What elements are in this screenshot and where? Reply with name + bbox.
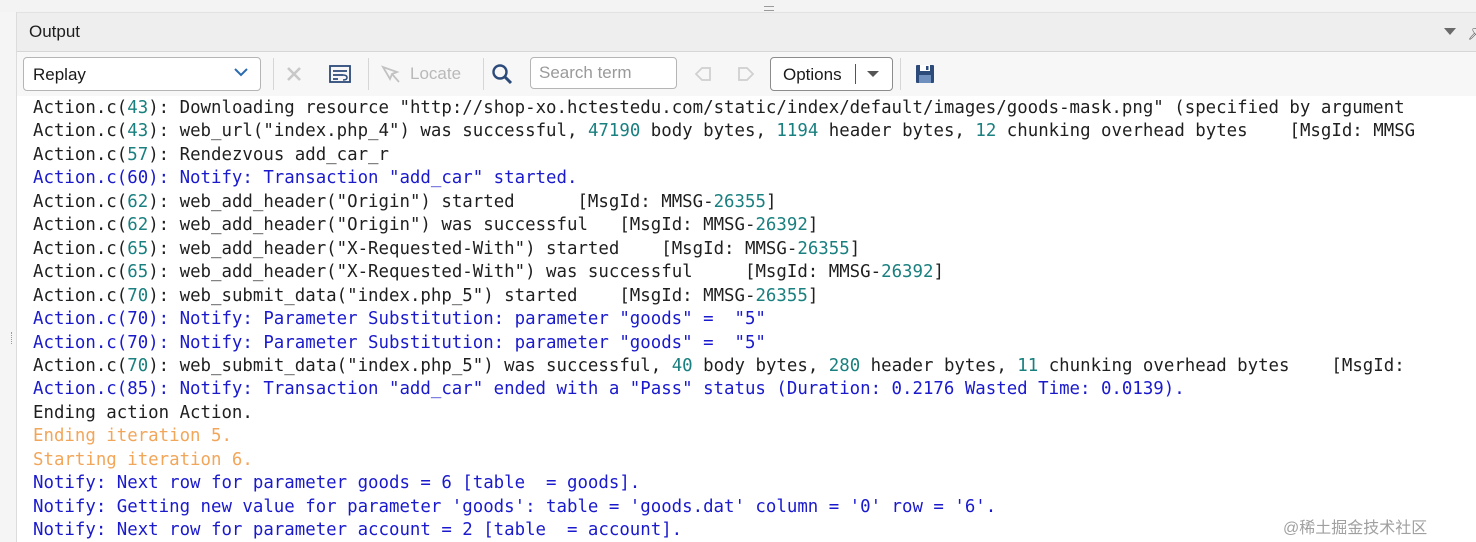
- find-previous-icon[interactable]: [691, 62, 715, 86]
- log-line: Ending action Action.: [33, 402, 253, 423]
- log-line: Action.c(62): web_add_header("Origin") s…: [33, 191, 777, 212]
- locate-label: Locate: [410, 64, 462, 83]
- log-line: Ending iteration 5.: [33, 426, 232, 447]
- toolbar-separator: [368, 58, 369, 90]
- log-line: Action.c(70): web_submit_data("index.php…: [33, 355, 1405, 376]
- log-line: Starting iteration 6.: [33, 449, 253, 470]
- output-toolbar: Replay Locate Options: [17, 52, 1476, 96]
- panel-title: Output: [29, 22, 81, 41]
- output-mode-value: Replay: [33, 65, 86, 84]
- log-line: Notify: Getting new value for parameter …: [33, 496, 997, 517]
- wrap-text-icon[interactable]: [328, 62, 352, 86]
- log-line: Action.c(70): Notify: Parameter Substitu…: [33, 332, 766, 353]
- log-line: Action.c(43): web_url("index.php_4") was…: [33, 121, 1416, 142]
- log-line: Action.c(65): web_add_header("X-Requeste…: [33, 262, 944, 283]
- watermark: @稀土掘金技术社区: [1283, 514, 1428, 538]
- output-log[interactable]: Action.c(43): Downloading resource "http…: [17, 96, 1476, 542]
- log-line: Action.c(70): Notify: Parameter Substitu…: [33, 309, 766, 330]
- toolbar-separator: [483, 58, 484, 90]
- log-line: Action.c(65): web_add_header("X-Requeste…: [33, 238, 861, 259]
- left-splitter[interactable]: [0, 12, 17, 542]
- close-icon[interactable]: [282, 62, 306, 86]
- log-line: Action.c(85): Notify: Transaction "add_c…: [33, 379, 1185, 400]
- log-line: Notify: Next row for parameter goods = 6…: [33, 473, 641, 494]
- chevron-down-icon: [234, 68, 248, 77]
- options-label: Options: [783, 65, 842, 84]
- top-splitter[interactable]: [0, 0, 1476, 13]
- splitter-grip-icon: [764, 6, 774, 11]
- save-icon[interactable]: [913, 62, 937, 86]
- panel-menu-dropdown-icon[interactable]: [1444, 28, 1456, 35]
- options-dropdown-button[interactable]: Options: [770, 57, 893, 91]
- log-line: Notify: Next row for parameter account =…: [33, 520, 683, 541]
- split-divider: [855, 64, 856, 84]
- log-line: Action.c(57): Rendezvous add_car_r: [33, 144, 389, 165]
- log-line: Action.c(70): web_submit_data("index.php…: [33, 285, 819, 306]
- search-input[interactable]: [530, 57, 677, 89]
- splitter-grip-icon: [11, 332, 14, 344]
- locate-icon: [380, 65, 400, 83]
- log-line: Action.c(43): Downloading resource "http…: [33, 98, 1405, 118]
- toolbar-separator: [900, 58, 901, 90]
- log-line: Action.c(62): web_add_header("Origin") w…: [33, 215, 819, 236]
- output-mode-select[interactable]: Replay: [23, 57, 261, 91]
- chevron-down-icon[interactable]: [867, 71, 879, 77]
- panel-title-bar: Output 📌︎: [17, 13, 1476, 52]
- magnifier-icon[interactable]: [490, 62, 514, 86]
- toolbar-separator: [273, 58, 274, 90]
- pin-icon[interactable]: 📌︎: [1467, 22, 1476, 42]
- find-next-icon[interactable]: [734, 62, 758, 86]
- log-line: Action.c(60): Notify: Transaction "add_c…: [33, 168, 578, 189]
